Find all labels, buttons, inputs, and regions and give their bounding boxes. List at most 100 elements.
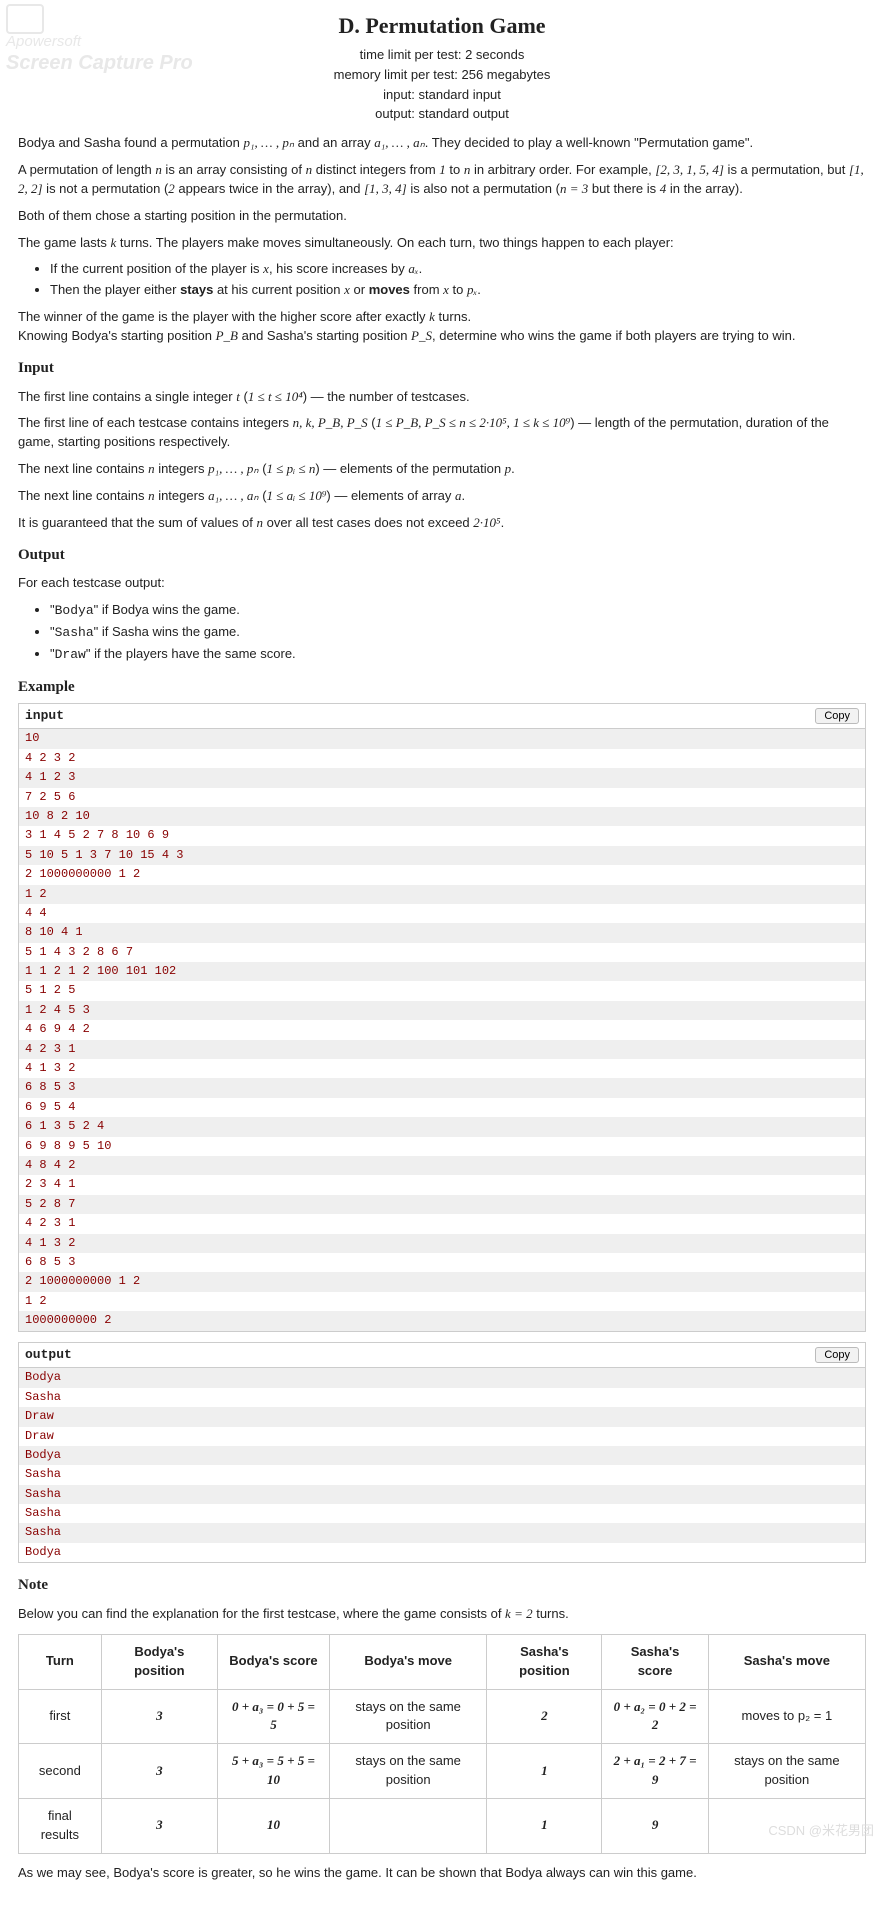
sample-line: 6 1 3 5 2 4 [19,1117,865,1136]
table-cell: 3 [101,1744,217,1799]
example-heading: Example [18,677,866,699]
sample-line: Bodya [19,1543,865,1562]
sample-line: 5 1 2 5 [19,981,865,1000]
table-cell: 5 + a₃ = 5 + 5 = 10 [217,1744,329,1799]
statement-p4: The game lasts k turns. The players make… [18,234,866,253]
sample-line: Bodya [19,1446,865,1465]
sample-line: 4 1 2 3 [19,768,865,787]
sample-line: 1 1 2 1 2 100 101 102 [19,962,865,981]
sample-line: 4 2 3 2 [19,749,865,768]
table-cell: first [19,1689,102,1744]
sample-line: Sasha [19,1504,865,1523]
sample-line: 4 2 3 1 [19,1214,865,1233]
sample-line: Sasha [19,1388,865,1407]
output-heading: Output [18,545,866,567]
sample-line: 10 [19,729,865,748]
sample-line: 1 2 [19,1292,865,1311]
copy-input-button[interactable]: Copy [815,708,859,724]
table-cell: stays on the same position [708,1744,865,1799]
sample-line: 6 9 8 9 5 10 [19,1137,865,1156]
sample-line: 4 1 3 2 [19,1234,865,1253]
rule-2: Then the player either stays at his curr… [50,281,866,300]
table-row: final results310 19 [19,1798,866,1853]
sample-line: Sasha [19,1465,865,1484]
table-cell: 10 [217,1798,329,1853]
rule-1: If the current position of the player is… [50,260,866,279]
statement-p2: A permutation of length n is an array co… [18,161,866,199]
input-heading: Input [18,358,866,380]
output-list: "Bodya" if Bodya wins the game. "Sasha" … [18,601,866,665]
sample-line: 5 10 5 1 3 7 10 15 4 3 [19,846,865,865]
input-p4: The next line contains n integers a₁, … … [18,487,866,506]
table-cell [329,1798,487,1853]
sample-line: 7 2 5 6 [19,788,865,807]
output-mode: output: standard output [18,105,866,124]
table-cell: 9 [602,1798,708,1853]
output-p1: For each testcase output: [18,574,866,593]
table-cell: 2 [487,1689,602,1744]
table-header: Bodya's score [217,1634,329,1689]
sample-line: 1 2 4 5 3 [19,1001,865,1020]
sample-line: 4 4 [19,904,865,923]
sample-line: Sasha [19,1485,865,1504]
sample-line: 2 1000000000 1 2 [19,865,865,884]
note-p1: Below you can find the explanation for t… [18,1605,866,1624]
table-cell: 0 + a₂ = 0 + 2 = 2 [602,1689,708,1744]
sample-line: Bodya [19,1368,865,1387]
table-cell: stays on the same position [329,1689,487,1744]
sample-line: Sasha [19,1523,865,1542]
sample-line: 5 2 8 7 [19,1195,865,1214]
statement-p1: Bodya and Sasha found a permutation p₁, … [18,134,866,153]
sample-line: 6 9 5 4 [19,1098,865,1117]
table-cell: 3 [101,1689,217,1744]
table-row: second35 + a₃ = 5 + 5 = 10stays on the s… [19,1744,866,1799]
table-cell: 1 [487,1798,602,1853]
note-heading: Note [18,1575,866,1597]
time-limit: time limit per test: 2 seconds [18,46,866,65]
sample-line: 4 8 4 2 [19,1156,865,1175]
sample-line: 4 2 3 1 [19,1040,865,1059]
input-p2: The first line of each testcase contains… [18,414,866,452]
output-li1: "Bodya" if Bodya wins the game. [50,601,866,621]
sample-line: 4 6 9 4 2 [19,1020,865,1039]
table-cell: 0 + a₃ = 0 + 5 = 5 [217,1689,329,1744]
table-row: first30 + a₃ = 0 + 5 = 5stays on the sam… [19,1689,866,1744]
problem-title: D. Permutation Game [18,10,866,42]
sample-line: 8 10 4 1 [19,923,865,942]
sample-output: output Copy BodyaSashaDrawDrawBodyaSasha… [18,1342,866,1564]
input-p3: The next line contains n integers p₁, … … [18,460,866,479]
output-li3: "Draw" if the players have the same scor… [50,645,866,665]
statement-p3: Both of them chose a starting position i… [18,207,866,226]
note-p2: As we may see, Bodya's score is greater,… [18,1864,866,1883]
sample-line: 1 2 [19,885,865,904]
sample-line: 1000000000 2 [19,1311,865,1330]
table-header: Bodya's move [329,1634,487,1689]
copy-output-button[interactable]: Copy [815,1347,859,1363]
sample-line: 5 1 4 3 2 8 6 7 [19,943,865,962]
table-header: Sasha's score [602,1634,708,1689]
sample-line: 4 1 3 2 [19,1059,865,1078]
input-p1: The first line contains a single integer… [18,388,866,407]
table-cell: stays on the same position [329,1744,487,1799]
sample-line: 2 3 4 1 [19,1175,865,1194]
table-header: Bodya's position [101,1634,217,1689]
sample-line: 6 8 5 3 [19,1078,865,1097]
table-header: Sasha's move [708,1634,865,1689]
statement-p5: The winner of the game is the player wit… [18,308,866,346]
sample-line: Draw [19,1407,865,1426]
sample-line: 3 1 4 5 2 7 8 10 6 9 [19,826,865,845]
table-cell: 2 + a₁ = 2 + 7 = 9 [602,1744,708,1799]
sample-line: 2 1000000000 1 2 [19,1272,865,1291]
note-table: TurnBodya's positionBodya's scoreBodya's… [18,1634,866,1854]
table-cell: final results [19,1798,102,1853]
input-mode: input: standard input [18,86,866,105]
memory-limit: memory limit per test: 256 megabytes [18,66,866,85]
sample-line: 10 8 2 10 [19,807,865,826]
sample-line: Draw [19,1427,865,1446]
sample-input-label: input [25,707,64,726]
table-header: Sasha's position [487,1634,602,1689]
table-cell: moves to p₂ = 1 [708,1689,865,1744]
table-cell: 3 [101,1798,217,1853]
table-cell: second [19,1744,102,1799]
sample-input: input Copy 104 2 3 24 1 2 37 2 5 610 8 2… [18,703,866,1332]
